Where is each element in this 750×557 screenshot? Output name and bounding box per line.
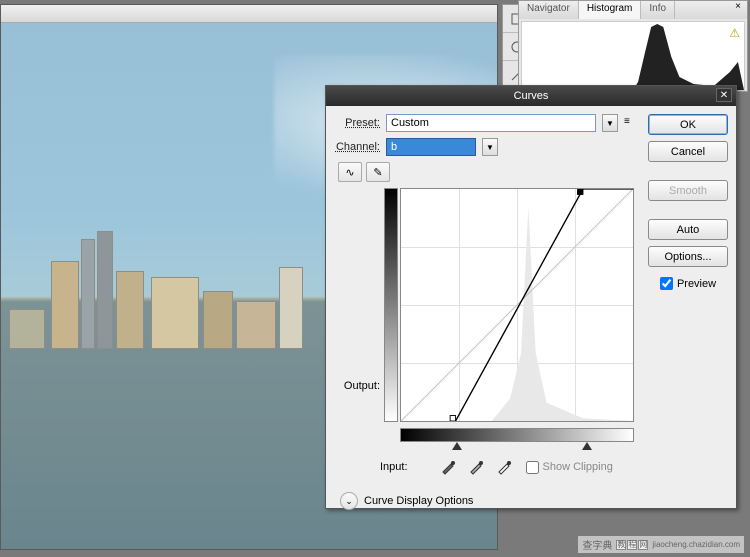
- dialog-title: Curves: [514, 90, 549, 102]
- show-clipping-checkbox[interactable]: Show Clipping: [526, 461, 613, 474]
- pencil-tool-button[interactable]: ✎: [366, 162, 390, 182]
- preset-dropdown-button[interactable]: ▼: [602, 114, 618, 132]
- chevron-down-icon: ⌄: [345, 496, 353, 507]
- output-label: Output:: [344, 380, 380, 392]
- tab-info[interactable]: Info: [641, 1, 675, 19]
- warning-icon[interactable]: ⚠: [729, 26, 740, 40]
- document-titlebar[interactable]: [1, 5, 497, 23]
- watermark-text: 查字典: [582, 537, 612, 552]
- watermark-char-1: 教: [616, 540, 626, 550]
- black-point-slider[interactable]: [452, 442, 462, 450]
- histogram-graph: [522, 22, 744, 90]
- channel-label: Channel:: [334, 141, 380, 153]
- curve-tool-icon: ∿: [345, 166, 354, 179]
- watermark-char-3: 网: [638, 540, 648, 550]
- white-point-slider[interactable]: [582, 442, 592, 450]
- auto-button[interactable]: Auto: [648, 219, 728, 240]
- options-button[interactable]: Options...: [648, 246, 728, 267]
- output-gradient: [384, 188, 398, 422]
- expand-options-button[interactable]: ⌄: [340, 492, 358, 510]
- show-clipping-input[interactable]: [526, 461, 539, 474]
- close-button[interactable]: ✕: [716, 88, 732, 102]
- watermark-char-2: 程: [627, 540, 637, 550]
- watermark-url: jiaocheng.chazidian.com: [652, 540, 740, 549]
- preset-label: Preset:: [334, 117, 380, 129]
- expand-options-label: Curve Display Options: [364, 495, 473, 507]
- curve-grid[interactable]: [400, 188, 634, 422]
- preview-label: Preview: [677, 278, 716, 290]
- channel-select[interactable]: b: [386, 138, 476, 156]
- watermark: 查字典 教 程 网 jiaocheng.chazidian.com: [578, 536, 744, 553]
- ok-button[interactable]: OK: [648, 114, 728, 135]
- cancel-button[interactable]: Cancel: [648, 141, 728, 162]
- preset-select[interactable]: Custom: [386, 114, 596, 132]
- input-label: Input:: [380, 461, 408, 473]
- smooth-button: Smooth: [648, 180, 728, 201]
- histogram-panel: ⚠: [521, 21, 745, 91]
- eyedropper-gray[interactable]: [466, 458, 488, 476]
- tab-histogram[interactable]: Histogram: [579, 1, 642, 19]
- show-clipping-label: Show Clipping: [543, 461, 613, 473]
- channel-dropdown-button[interactable]: ▼: [482, 138, 498, 156]
- curves-dialog: Curves ✕ Preset: Custom ▼ ≡ Channel: b ▼…: [325, 85, 737, 509]
- curve-tool-button[interactable]: ∿: [338, 162, 362, 182]
- input-gradient: [400, 428, 634, 442]
- channel-value: b: [391, 141, 471, 153]
- preset-menu-icon[interactable]: ≡: [624, 116, 640, 130]
- dialog-titlebar[interactable]: Curves ✕: [326, 86, 736, 106]
- right-panel: Navigator Histogram Info × ⚠: [518, 0, 748, 92]
- preset-value: Custom: [391, 117, 591, 129]
- panel-close-icon[interactable]: ×: [729, 1, 747, 19]
- tab-navigator[interactable]: Navigator: [519, 1, 579, 19]
- preview-checkbox[interactable]: [660, 277, 673, 290]
- eyedropper-white[interactable]: [494, 458, 516, 476]
- right-panel-tabs: Navigator Histogram Info ×: [519, 1, 747, 19]
- eyedropper-black[interactable]: [438, 458, 460, 476]
- pencil-tool-icon: ✎: [373, 166, 382, 179]
